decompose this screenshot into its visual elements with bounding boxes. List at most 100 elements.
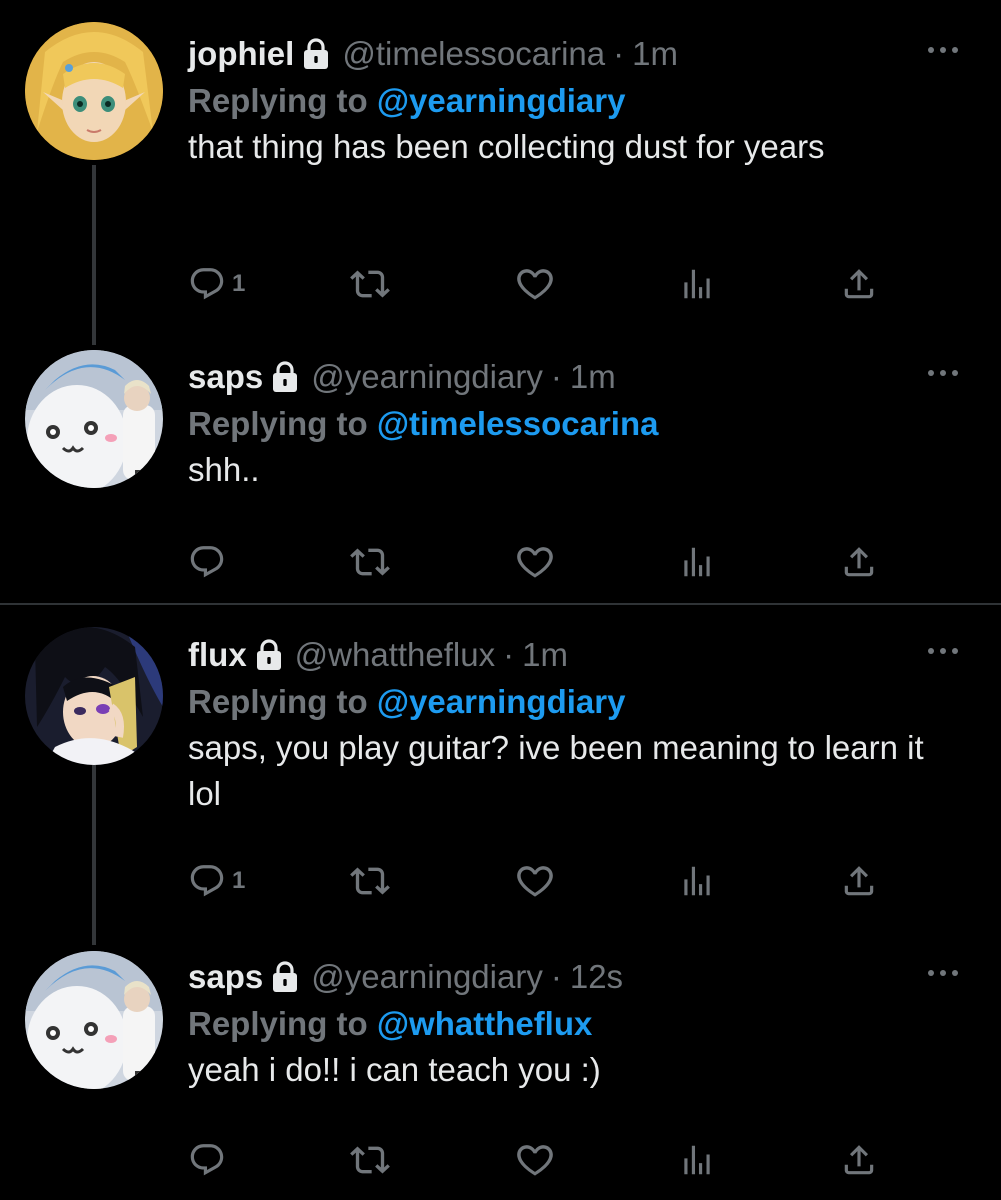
- timestamp[interactable]: 1m: [632, 35, 678, 73]
- timestamp[interactable]: 1m: [522, 636, 568, 674]
- views-button[interactable]: [678, 1140, 716, 1180]
- like-button[interactable]: [514, 542, 556, 582]
- lock-icon: [255, 639, 283, 671]
- replying-to-label: Replying to: [188, 82, 377, 119]
- display-name[interactable]: jophiel: [188, 35, 294, 73]
- more-options-icon[interactable]: [925, 641, 961, 661]
- retweet-icon: [350, 861, 390, 901]
- lock-icon: [271, 961, 299, 993]
- like-button[interactable]: [514, 1140, 556, 1180]
- display-name[interactable]: saps: [188, 358, 263, 396]
- views-button[interactable]: [678, 861, 716, 901]
- share-icon: [840, 862, 878, 900]
- retweet-button[interactable]: [350, 542, 390, 582]
- reply-button[interactable]: [188, 1140, 232, 1180]
- like-button[interactable]: [514, 861, 556, 901]
- lock-icon: [302, 38, 330, 70]
- more-options-icon[interactable]: [925, 40, 961, 60]
- like-button[interactable]: [514, 264, 556, 304]
- separator-dot: ·: [550, 958, 562, 995]
- tweet-2[interactable]: saps @yearningdiary · 1m Replying to @ti…: [0, 350, 1001, 595]
- replying-to-handle[interactable]: @whattheflux: [377, 1005, 593, 1042]
- views-button[interactable]: [678, 264, 716, 304]
- tweet-1[interactable]: jophiel @timelessocarina · 1m Replying t…: [0, 22, 1001, 322]
- replying-to-handle[interactable]: @yearningdiary: [377, 82, 626, 119]
- user-handle[interactable]: @timelessocarina: [342, 35, 605, 73]
- replying-to: Replying to @timelessocarina: [188, 405, 659, 443]
- replying-to: Replying to @yearningdiary: [188, 82, 625, 120]
- tweet-header: jophiel @timelessocarina · 1m: [188, 32, 678, 76]
- retweet-button[interactable]: [350, 861, 390, 901]
- reply-count: 1: [232, 867, 246, 894]
- user-handle[interactable]: @yearningdiary: [311, 958, 543, 996]
- heart-icon: [514, 541, 556, 583]
- separator-dot: ·: [613, 35, 625, 72]
- tweet-text: yeah i do!! i can teach you :): [188, 1051, 601, 1088]
- heart-icon: [514, 860, 556, 902]
- mascot-avatar-icon: [25, 951, 163, 1089]
- more-options-icon[interactable]: [925, 963, 961, 983]
- timestamp[interactable]: 1m: [570, 358, 616, 396]
- action-bar: 1: [188, 264, 888, 304]
- action-bar: 1: [188, 861, 888, 901]
- replying-to-label: Replying to: [188, 1005, 377, 1042]
- avatar[interactable]: [25, 951, 163, 1089]
- tweet-header: saps @yearningdiary · 12s: [188, 955, 623, 999]
- share-icon: [840, 265, 878, 303]
- reply-icon: [188, 265, 226, 303]
- retweet-button[interactable]: [350, 1140, 390, 1180]
- reply-button[interactable]: 1: [188, 264, 245, 304]
- reply-count: 1: [232, 270, 246, 297]
- analytics-icon: [678, 265, 716, 303]
- more-options-icon[interactable]: [925, 363, 961, 383]
- share-button[interactable]: [840, 1140, 878, 1180]
- mascot-avatar-icon: [25, 350, 163, 488]
- retweet-icon: [350, 542, 390, 582]
- display-name[interactable]: flux: [188, 636, 247, 674]
- avatar[interactable]: [25, 627, 163, 765]
- share-icon: [840, 1141, 878, 1179]
- tweet-header: flux @whattheflux · 1m: [188, 633, 568, 677]
- retweet-icon: [350, 264, 390, 304]
- avatar[interactable]: [25, 350, 163, 488]
- tweet-text: that thing has been collecting dust for …: [188, 128, 825, 165]
- tweet-text: shh..: [188, 451, 260, 488]
- replying-to-label: Replying to: [188, 405, 377, 442]
- reply-button[interactable]: 1: [188, 861, 245, 901]
- share-icon: [840, 543, 878, 581]
- tweet-3[interactable]: flux @whattheflux · 1m Replying to @year…: [0, 627, 1001, 923]
- share-button[interactable]: [840, 861, 878, 901]
- user-handle[interactable]: @whattheflux: [295, 636, 495, 674]
- action-bar: [188, 1140, 888, 1180]
- reply-button[interactable]: [188, 542, 232, 582]
- reply-icon: [188, 1141, 226, 1179]
- tweet-4[interactable]: saps @yearningdiary · 12s Replying to @w…: [0, 951, 1001, 1195]
- timestamp[interactable]: 12s: [570, 958, 623, 996]
- tweet-header: saps @yearningdiary · 1m: [188, 355, 616, 399]
- replying-to-label: Replying to: [188, 683, 377, 720]
- heart-icon: [514, 263, 556, 305]
- share-button[interactable]: [840, 264, 878, 304]
- views-button[interactable]: [678, 542, 716, 582]
- replying-to-handle[interactable]: @timelessocarina: [377, 405, 659, 442]
- analytics-icon: [678, 862, 716, 900]
- retweet-icon: [350, 1140, 390, 1180]
- analytics-icon: [678, 543, 716, 581]
- replying-to: Replying to @yearningdiary: [188, 683, 625, 721]
- retweet-button[interactable]: [350, 264, 390, 304]
- avatar[interactable]: [25, 22, 163, 160]
- action-bar: [188, 542, 888, 582]
- conversation-divider: [0, 603, 1001, 605]
- replying-to-handle[interactable]: @yearningdiary: [377, 683, 626, 720]
- tweet-text: saps, you play guitar? ive been meaning …: [188, 729, 924, 812]
- reply-icon: [188, 543, 226, 581]
- heart-icon: [514, 1139, 556, 1181]
- replying-to: Replying to @whattheflux: [188, 1005, 592, 1043]
- user-handle[interactable]: @yearningdiary: [311, 358, 543, 396]
- zelda-avatar-icon: [25, 22, 163, 160]
- display-name[interactable]: saps: [188, 958, 263, 996]
- separator-dot: ·: [503, 636, 515, 673]
- separator-dot: ·: [550, 358, 562, 395]
- lock-icon: [271, 361, 299, 393]
- share-button[interactable]: [840, 542, 878, 582]
